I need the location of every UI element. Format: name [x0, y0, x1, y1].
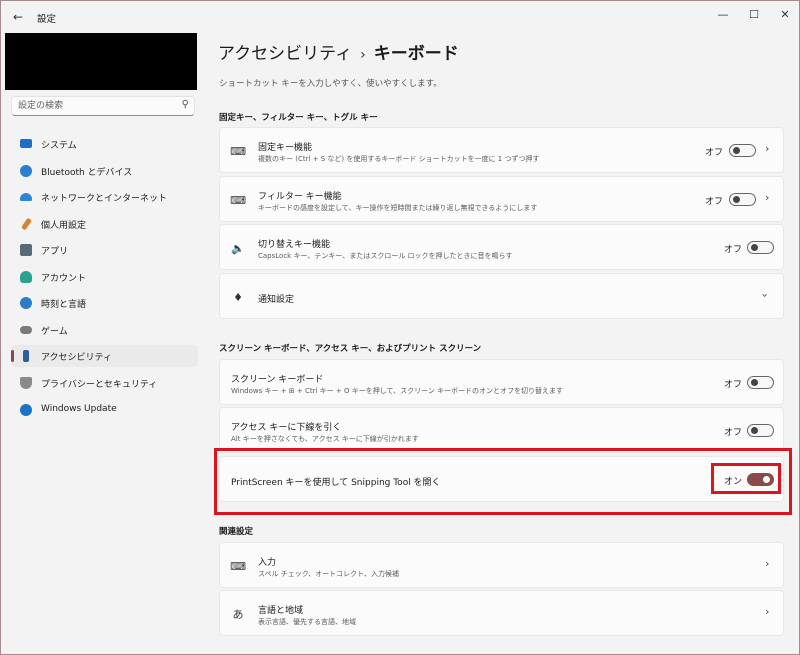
app-title: 設定: [37, 14, 57, 25]
account-profile-redacted[interactable]: [5, 33, 197, 90]
state-label: オフ: [724, 380, 743, 390]
sidebar-item-apps[interactable]: アプリ: [11, 239, 198, 261]
language-region-card[interactable]: あ 言語と地域 表示言語、優先する言語、地域 ›: [219, 590, 784, 636]
speaker-icon: 🔈: [231, 241, 245, 255]
state-label: オフ: [724, 245, 743, 255]
chevron-right-icon[interactable]: ›: [765, 557, 769, 570]
sidebar-item-accounts[interactable]: アカウント: [11, 266, 198, 288]
screen-keyboard-card[interactable]: スクリーン キーボード Windows キー + ⊞ + Ctrl キー + O…: [219, 359, 784, 405]
chevron-right-icon[interactable]: ›: [765, 605, 769, 618]
search-icon[interactable]: ⚲: [182, 99, 189, 110]
search-input[interactable]: [18, 99, 168, 113]
minimize-icon[interactable]: —: [711, 5, 735, 23]
search-field[interactable]: ⚲: [11, 96, 195, 116]
sticky-keys-card[interactable]: ⌨ 固定キー機能 複数のキー (Ctrl + S など) を使用するキーボード …: [219, 127, 784, 173]
sidebar-item-bluetooth[interactable]: Bluetooth とデバイス: [11, 160, 198, 182]
toggle-keys-card[interactable]: 🔈 切り替えキー機能 CapsLock キー、テンキー、またはスクロール ロック…: [219, 224, 784, 270]
section-heading-related-settings: 関連設定: [219, 527, 254, 537]
breadcrumb-separator: ›: [360, 47, 366, 63]
close-icon[interactable]: ✕: [773, 5, 797, 23]
person-icon: [20, 271, 32, 283]
toggle-knob: [733, 147, 740, 154]
apps-icon: [20, 244, 32, 256]
highlight-box: [214, 448, 792, 515]
settings-window: ← 設定 — ☐ ✕ ⚲ システム Bluetooth とデバイス ネットワーク…: [0, 0, 800, 655]
chevron-down-icon[interactable]: ›: [759, 293, 772, 297]
sidebar-item-time-language[interactable]: 時刻と言語: [11, 292, 198, 314]
maximize-icon[interactable]: ☐: [742, 5, 766, 23]
toggle-keys-toggle[interactable]: [747, 241, 774, 254]
breadcrumb-parent[interactable]: アクセシビリティ: [218, 44, 352, 64]
typing-card[interactable]: ⌨ 入力 スペル チェック、オートコレクト、入力候補 ›: [219, 542, 784, 588]
sidebar-item-system[interactable]: システム: [11, 133, 198, 155]
screen-keyboard-toggle[interactable]: [747, 376, 774, 389]
sticky-keys-toggle[interactable]: [729, 144, 756, 157]
filter-keys-card[interactable]: ⌨ フィルター キー機能 キーボードの感度を設定して、キー操作を短時間または繰り…: [219, 176, 784, 222]
breadcrumb: アクセシビリティ › キーボード: [218, 39, 459, 64]
sidebar-item-gaming[interactable]: ゲーム: [11, 319, 198, 341]
sidebar-item-accessibility[interactable]: アクセシビリティ: [11, 345, 198, 367]
shield-icon: [20, 377, 32, 389]
highlight-toggle-box: [711, 463, 781, 494]
update-icon: [20, 404, 32, 416]
language-icon: あ: [232, 608, 244, 621]
title-bar: ← 設定 — ☐ ✕: [1, 1, 799, 33]
filter-keys-toggle[interactable]: [729, 193, 756, 206]
state-label: オフ: [705, 197, 724, 207]
underline-access-keys-card[interactable]: アクセス キーに下線を引く Alt キーを押さなくても、アクセス キーに下線が引…: [219, 407, 784, 453]
state-label: オフ: [724, 428, 743, 438]
filter-keys-icon: ⌨: [230, 193, 246, 207]
sidebar-item-network[interactable]: ネットワークとインターネット: [11, 186, 198, 208]
back-arrow-icon[interactable]: ←: [9, 8, 27, 26]
state-label: オフ: [705, 148, 724, 158]
sticky-keys-icon: ⌨: [230, 144, 246, 158]
notification-settings-card[interactable]: ♦ 通知設定 ›: [219, 273, 784, 319]
page-description: ショートカット キーを入力しやすく、使いやすくします。: [219, 79, 442, 89]
section-heading-toggle-keys: 固定キー、フィルター キー、トグル キー: [219, 113, 378, 123]
section-heading-screen-keyboard: スクリーン キーボード、アクセス キー、およびプリント スクリーン: [219, 344, 482, 354]
sidebar-item-windows-update[interactable]: Windows Update: [11, 399, 198, 421]
sidebar-item-privacy[interactable]: プライバシーとセキュリティ: [11, 372, 198, 394]
globe-clock-icon: [20, 297, 32, 309]
toggle-knob: [751, 427, 758, 434]
toggle-knob: [751, 244, 758, 251]
chevron-right-icon[interactable]: ›: [765, 142, 769, 155]
page-title: キーボード: [373, 44, 459, 64]
accessibility-icon: [23, 350, 29, 362]
toggle-knob: [751, 379, 758, 386]
underline-access-keys-toggle[interactable]: [747, 424, 774, 437]
monitor-icon: [20, 139, 32, 148]
brush-icon: [21, 217, 32, 231]
keyboard-icon: ⌨: [230, 559, 246, 573]
bluetooth-icon: [20, 165, 32, 177]
bell-icon: ♦: [233, 290, 243, 304]
gamepad-icon: [20, 326, 32, 334]
wifi-icon: [20, 193, 32, 201]
toggle-knob: [733, 196, 740, 203]
chevron-right-icon[interactable]: ›: [765, 191, 769, 204]
sidebar-item-personalization[interactable]: 個人用設定: [11, 213, 198, 235]
active-indicator: [11, 350, 14, 362]
